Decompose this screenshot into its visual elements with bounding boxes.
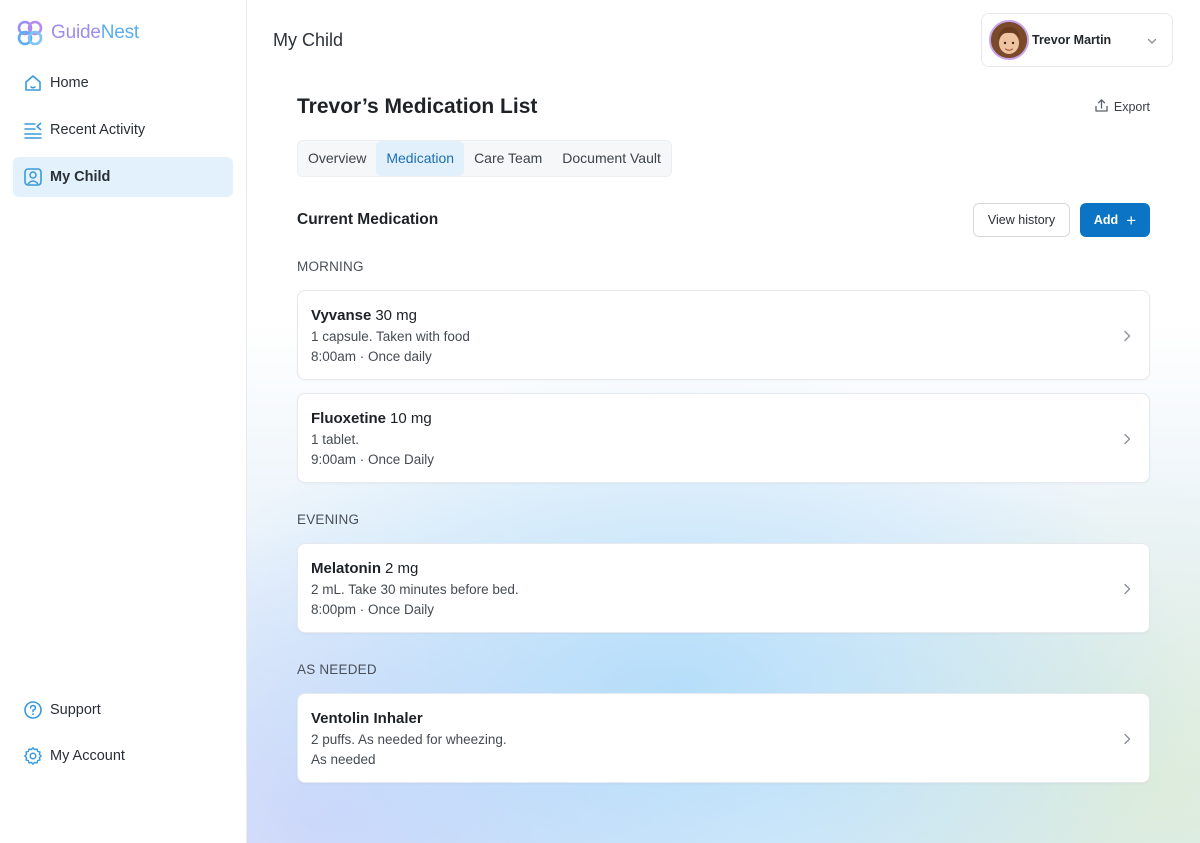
chevron-right-icon [1121,582,1133,601]
tab-bar: Overview Medication Care Team Document V… [297,140,672,177]
sidebar-item-label: Support [50,702,101,718]
sidebar-item-label: Recent Activity [50,122,146,138]
chevron-right-icon [1121,432,1133,451]
home-icon [23,73,43,93]
medication-card[interactable]: Fluoxetine 10 mg 1 tablet. 9:00am · Once … [297,393,1150,483]
add-label: Add [1093,213,1119,227]
user-name: Trevor Martin [1032,33,1112,47]
medication-name-line: Fluoxetine 10 mg [311,410,432,427]
sidebar-item-recent-activity[interactable]: Recent Activity [13,110,233,150]
export-button[interactable]: Export [1094,98,1150,116]
logo-text: GuideNest [51,22,139,44]
sidebar: GuideNest Home Recent Activity My Child … [0,0,247,843]
sidebar-item-my-account[interactable]: My Account [13,736,233,776]
medication-card[interactable]: Melatonin 2 mg 2 mL. Take 30 minutes befo… [297,543,1150,633]
tab-medication[interactable]: Medication [376,141,465,176]
medication-name-line: Melatonin 2 mg [311,560,418,577]
logo-text-nest: Nest [100,22,139,43]
chevron-down-icon [1146,34,1158,52]
chevron-right-icon [1121,732,1133,751]
export-icon [1094,98,1109,116]
sidebar-item-label: My Child [50,169,111,185]
medication-name-line: Vyvanse 30 mg [311,307,417,324]
tab-overview[interactable]: Overview [298,141,376,176]
medication-list-title: Trevor’s Medication List [297,95,538,118]
chevron-right-icon [1121,329,1133,348]
medication-schedule: As needed [311,752,376,767]
app-logo[interactable]: GuideNest [16,19,139,47]
sidebar-item-home[interactable]: Home [13,63,233,103]
group-label-morning: MORNING [297,259,364,274]
sidebar-item-label: My Account [50,748,125,764]
child-profile-icon [23,167,43,187]
medication-schedule: 8:00pm · Once Daily [311,602,435,617]
view-history-button[interactable]: View history [973,203,1070,237]
medication-schedule: 9:00am · Once Daily [311,452,435,467]
main-area: My Child Trevor Martin Trevor’s Medicati… [247,0,1200,843]
export-label: Export [1113,100,1150,114]
logo-text-guide: Guide [51,22,101,43]
medication-name: Ventolin Inhaler [311,710,423,727]
activity-icon [23,120,43,140]
sidebar-item-label: Home [50,75,89,91]
current-medication-heading: Current Medication [297,211,439,228]
sidebar-item-my-child[interactable]: My Child [13,157,233,197]
medication-name: Melatonin [311,560,381,577]
medication-dose: 2 mg [385,560,419,577]
medication-instructions: 1 capsule. Taken with food [311,329,470,344]
logo-icon [17,20,43,46]
sidebar-item-support[interactable]: Support [13,690,233,730]
medication-name: Fluoxetine [311,410,387,427]
user-menu[interactable]: Trevor Martin [981,13,1173,67]
medication-card[interactable]: Ventolin Inhaler 2 puffs. As needed for … [297,693,1150,783]
medication-card[interactable]: Vyvanse 30 mg 1 capsule. Taken with food … [297,290,1150,380]
medication-instructions: 1 tablet. [311,432,360,447]
avatar [989,20,1029,60]
medication-name: Vyvanse [311,307,372,324]
medication-instructions: 2 mL. Take 30 minutes before bed. [311,582,519,597]
group-label-as-needed: AS NEEDED [297,662,377,677]
medication-schedule: 8:00am · Once daily [311,349,432,364]
group-label-evening: EVENING [297,512,360,527]
medication-instructions: 2 puffs. As needed for wheezing. [311,732,507,747]
tab-document-vault[interactable]: Document Vault [552,141,671,176]
medication-dose: 10 mg [390,410,432,427]
help-icon [23,700,43,720]
add-medication-button[interactable]: Add + [1080,203,1150,237]
page-title: My Child [273,30,344,50]
plus-icon: + [1126,210,1137,230]
tab-care-team[interactable]: Care Team [464,141,552,176]
gear-icon [23,746,43,766]
medication-dose: 30 mg [375,307,418,324]
medication-name-line: Ventolin Inhaler [311,710,427,727]
